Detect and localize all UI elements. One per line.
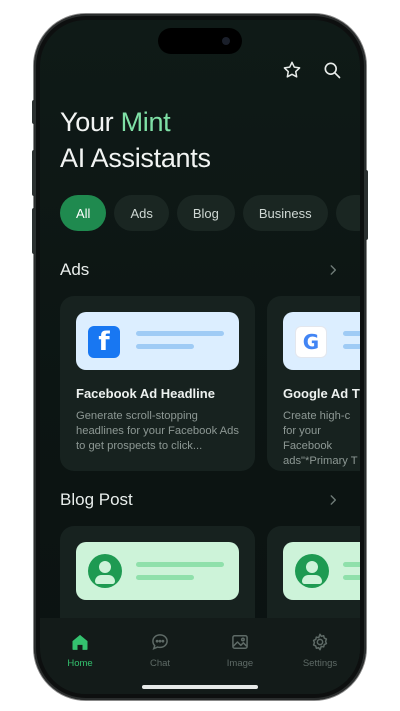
chat-icon: [152, 634, 168, 650]
home-indicator[interactable]: [142, 685, 258, 689]
card-description: Generate scroll-stopping headlines for y…: [76, 410, 239, 452]
card-thumbnail: G: [283, 312, 360, 370]
settings-icon: [312, 633, 328, 651]
section-title: Blog Post: [60, 490, 133, 509]
action-button: [32, 100, 36, 124]
facebook-logo-icon: f: [88, 326, 120, 358]
user-avatar-icon: [88, 554, 122, 588]
title-line2: AI Assistants: [60, 143, 211, 173]
tab-home[interactable]: Home: [50, 632, 110, 694]
header-actions: [282, 60, 342, 80]
star-icon[interactable]: [282, 60, 302, 80]
card-thumbnail: f: [76, 312, 239, 370]
tab-label: Image: [226, 658, 254, 669]
image-icon: [232, 635, 248, 649]
card-thumbnail: [283, 542, 360, 600]
ads-card-row: f Facebook Ad Headline Generate scroll-s…: [60, 296, 360, 471]
dynamic-island: [158, 28, 242, 54]
placeholder-line: [136, 575, 194, 580]
chevron-right-icon[interactable]: [326, 263, 340, 277]
card-description: Create high-c for your Facebook ads"*Pri…: [283, 410, 358, 467]
card-title: Facebook Ad Headline: [76, 386, 215, 401]
filter-chips: All Ads Blog Business: [60, 195, 360, 231]
section-title: Ads: [60, 260, 90, 279]
section-header-blog-post: Blog Post: [60, 490, 340, 510]
camera-icon: [222, 37, 230, 45]
search-icon[interactable]: [322, 60, 342, 80]
chip-more[interactable]: [335, 195, 360, 231]
chip-all[interactable]: All: [60, 195, 107, 231]
app-screen: Your Mint AI Assistants All Ads Blog Bus…: [40, 20, 360, 694]
chevron-right-icon[interactable]: [326, 493, 340, 507]
placeholder-line: [343, 344, 360, 349]
bottom-tab-bar: Home Chat Image Settings: [40, 618, 360, 694]
placeholder-line: [136, 562, 224, 567]
tab-label: Home: [67, 658, 93, 669]
power-button: [364, 170, 368, 240]
chip-blog[interactable]: Blog: [176, 195, 235, 231]
title-prefix: Your: [60, 107, 121, 137]
card-title: Google Ad T: [283, 386, 360, 401]
card-thumbnail: [76, 542, 239, 600]
home-icon: [72, 634, 88, 650]
placeholder-line: [343, 331, 360, 336]
google-logo-icon: G: [295, 326, 327, 358]
chip-ads[interactable]: Ads: [114, 195, 169, 231]
volume-down-button: [32, 208, 36, 254]
placeholder-line: [136, 331, 224, 336]
placeholder-line: [343, 562, 360, 567]
tab-settings[interactable]: Settings: [290, 632, 350, 694]
placeholder-line: [136, 344, 194, 349]
volume-up-button: [32, 150, 36, 196]
page-title: Your Mint AI Assistants: [60, 104, 211, 176]
tab-label: Settings: [302, 658, 338, 669]
placeholder-line: [343, 575, 360, 580]
card-google-ad[interactable]: G Google Ad T Create high-c for your Fac…: [267, 296, 360, 471]
section-header-ads: Ads: [60, 260, 340, 280]
card-facebook-ad-headline[interactable]: f Facebook Ad Headline Generate scroll-s…: [60, 296, 255, 471]
tab-label: Chat: [149, 658, 171, 669]
title-accent: Mint: [120, 107, 171, 137]
chip-business[interactable]: Business: [242, 195, 328, 231]
user-avatar-icon: [295, 554, 329, 588]
